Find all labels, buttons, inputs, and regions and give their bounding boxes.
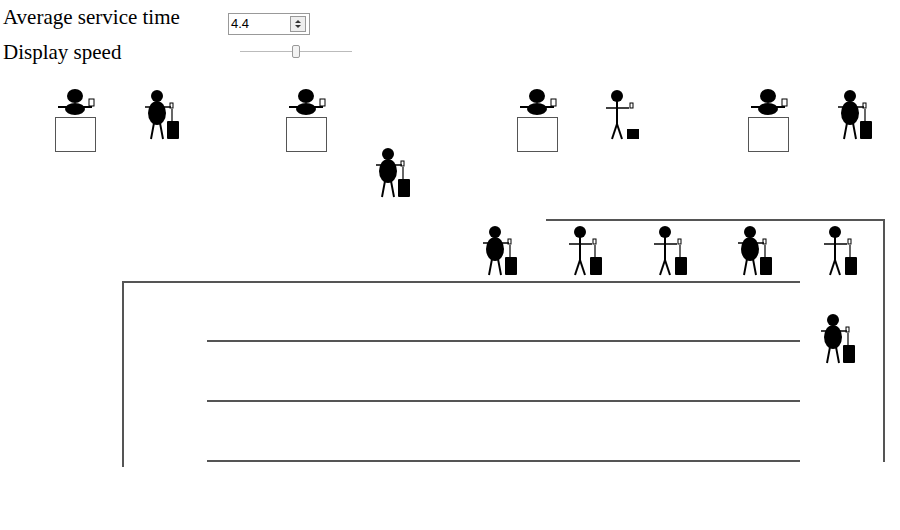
agent-icon	[281, 88, 331, 153]
customer-icon	[564, 224, 609, 280]
queue-barrier	[207, 400, 800, 402]
customer-icon	[141, 88, 186, 144]
display-speed-label: Display speed	[3, 37, 240, 67]
agent-icon	[743, 88, 793, 153]
slider-thumb[interactable]	[292, 45, 300, 58]
display-speed-slider[interactable]	[240, 44, 352, 60]
spinner-icon[interactable]	[290, 16, 306, 32]
customer-icon	[649, 224, 694, 280]
queue-barrier	[207, 340, 800, 342]
customer-icon	[372, 146, 417, 202]
simulation-canvas	[0, 0, 900, 530]
queue-barrier	[207, 460, 800, 462]
customer-icon	[601, 88, 646, 144]
queue-barrier	[883, 219, 885, 462]
customer-icon	[734, 224, 779, 280]
agent-desk	[281, 88, 331, 153]
queue-barrier	[122, 281, 124, 467]
queue-barrier	[546, 219, 885, 221]
agent-desk	[50, 88, 100, 153]
queue-barrier	[122, 281, 800, 283]
customer-icon	[817, 312, 862, 368]
customer-icon	[819, 224, 864, 280]
agent-desk	[743, 88, 793, 153]
controls: Average service time4.4Display speed	[0, 0, 900, 67]
customer-icon	[834, 88, 879, 144]
service-time-label: Average service time	[3, 2, 228, 32]
agent-icon	[512, 88, 562, 153]
customer-icon	[479, 224, 524, 280]
agent-icon	[50, 88, 100, 153]
agent-desk	[512, 88, 562, 153]
service-time-input[interactable]: 4.4	[228, 13, 310, 35]
